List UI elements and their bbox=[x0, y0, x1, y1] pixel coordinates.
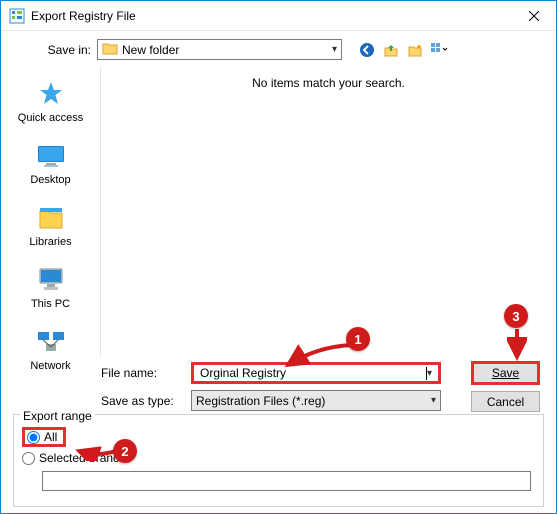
cancel-button[interactable]: Cancel bbox=[471, 391, 540, 412]
file-list-viewport[interactable]: No items match your search. bbox=[101, 66, 556, 356]
close-icon bbox=[529, 11, 539, 21]
views-icon[interactable] bbox=[430, 41, 448, 59]
sidebar-item-desktop[interactable]: Desktop bbox=[1, 134, 100, 196]
network-icon bbox=[35, 326, 67, 358]
savein-label: Save in: bbox=[43, 43, 91, 57]
close-button[interactable] bbox=[511, 1, 556, 30]
quickaccess-icon bbox=[35, 78, 67, 110]
radio-selected-branch[interactable] bbox=[22, 452, 35, 465]
save-button[interactable]: Save bbox=[471, 361, 540, 385]
thispc-icon bbox=[35, 264, 67, 296]
places-sidebar: Quick access Desktop Libraries This PC N… bbox=[1, 66, 101, 356]
window-title: Export Registry File bbox=[31, 9, 511, 23]
sidebar-item-thispc[interactable]: This PC bbox=[1, 258, 100, 320]
back-icon[interactable] bbox=[358, 41, 376, 59]
savetype-value: Registration Files (*.reg) bbox=[196, 394, 431, 408]
titlebar: Export Registry File bbox=[1, 1, 556, 31]
sidebar-item-label: Network bbox=[30, 360, 70, 372]
savein-combo[interactable]: New folder ▾ bbox=[97, 39, 342, 60]
save-button-label: Save bbox=[492, 366, 519, 380]
sidebar-item-label: This PC bbox=[31, 298, 70, 310]
radio-all-highlight: All bbox=[22, 427, 66, 447]
regedit-icon bbox=[9, 8, 25, 24]
callout-1: 1 bbox=[346, 327, 370, 351]
branch-path-input[interactable] bbox=[42, 471, 531, 491]
desktop-icon bbox=[35, 140, 67, 172]
chevron-down-icon[interactable]: ▾ bbox=[427, 368, 432, 379]
savein-value: New folder bbox=[122, 43, 332, 57]
sidebar-item-libraries[interactable]: Libraries bbox=[1, 196, 100, 258]
dialog-buttons: Save Cancel bbox=[471, 361, 540, 412]
folder-icon bbox=[102, 41, 118, 58]
radio-all[interactable] bbox=[27, 431, 40, 444]
sidebar-item-label: Quick access bbox=[18, 112, 83, 124]
radio-all-label: All bbox=[44, 430, 57, 444]
up-one-level-icon[interactable] bbox=[382, 41, 400, 59]
callout-3: 3 bbox=[504, 304, 528, 328]
nav-icons bbox=[358, 41, 448, 59]
new-folder-icon[interactable] bbox=[406, 41, 424, 59]
middle-area: Quick access Desktop Libraries This PC N… bbox=[1, 66, 556, 356]
savein-row: Save in: New folder ▾ bbox=[1, 31, 556, 66]
sidebar-item-network[interactable]: Network bbox=[1, 320, 100, 382]
empty-message: No items match your search. bbox=[252, 76, 405, 90]
savetype-combo[interactable]: Registration Files (*.reg) ▾ bbox=[191, 390, 441, 411]
filename-label: File name: bbox=[101, 366, 191, 380]
savetype-label: Save as type: bbox=[101, 394, 191, 408]
export-range-legend: Export range bbox=[20, 409, 95, 423]
sidebar-item-label: Desktop bbox=[30, 174, 70, 186]
callout-2: 2 bbox=[113, 439, 137, 463]
sidebar-item-quickaccess[interactable]: Quick access bbox=[1, 72, 100, 134]
chevron-down-icon: ▾ bbox=[431, 395, 436, 406]
chevron-down-icon: ▾ bbox=[332, 44, 337, 55]
arrow-3-icon bbox=[507, 327, 527, 363]
sidebar-item-label: Libraries bbox=[29, 236, 71, 248]
cancel-button-label: Cancel bbox=[487, 395, 524, 409]
libraries-icon bbox=[35, 202, 67, 234]
